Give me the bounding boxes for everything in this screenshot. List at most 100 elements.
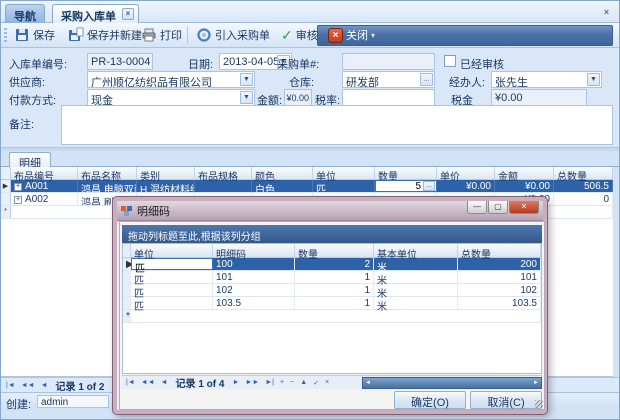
resize-grip[interactable] — [535, 400, 543, 408]
warehouse-lookup-icon[interactable]: … — [420, 73, 433, 86]
dialog-title-bar[interactable]: 明细码 — ▢ ✕ — [117, 201, 543, 221]
tab-navigation[interactable]: 导航 — [5, 4, 45, 23]
tax-field[interactable]: ¥0.00 — [491, 89, 587, 106]
quantity-cell-editor[interactable]: 5 … — [375, 180, 437, 192]
group-by-panel[interactable]: 拖动列标题至此,根据该列分组 — [122, 225, 542, 243]
nav-first-icon[interactable]: |◄ — [4, 382, 17, 389]
payment-dropdown-icon[interactable]: ▼ — [240, 91, 253, 104]
current-row-indicator: ▶ — [123, 258, 131, 270]
handler-combo[interactable]: 张先生 ▼ — [491, 71, 602, 88]
created-by-value: admin — [37, 395, 109, 408]
nav-append-icon[interactable]: + — [278, 379, 286, 386]
new-row-indicator: * — [123, 310, 131, 322]
nav-delete-icon[interactable]: − — [288, 379, 296, 386]
col-header[interactable]: 布品规格 — [195, 167, 252, 179]
tab-close-icon[interactable]: × — [122, 8, 134, 20]
col-header[interactable]: 金额 — [495, 167, 554, 179]
nav-next-page-icon[interactable]: ►► — [243, 379, 261, 386]
col-header[interactable]: 单价 — [437, 167, 495, 179]
po-field[interactable] — [342, 53, 435, 70]
import-icon — [196, 27, 212, 43]
minimize-icon[interactable]: — — [467, 201, 487, 214]
nav-prev-icon[interactable]: ◄ — [159, 379, 170, 386]
tab-purchase-inbound[interactable]: 采购入库单 × — [52, 4, 139, 23]
table-row[interactable]: 匹 103.5 1 米 103.5 — [123, 297, 541, 310]
created-by-label: 创建: — [6, 396, 31, 410]
audited-label: 已经审核 — [460, 56, 504, 70]
col-header[interactable]: 颜色 — [252, 167, 313, 179]
date-label: 日期: — [188, 56, 213, 70]
dialog-record-navigator: |◄ ◄◄ ◄ 记录 1 of 4 ► ►► ►| + − ▲ ✓ × ◄► — [122, 375, 542, 389]
audited-checkbox[interactable] — [444, 55, 456, 67]
handler-dropdown-icon[interactable]: ▼ — [587, 73, 600, 86]
toolbar-grip — [4, 28, 7, 43]
table-row[interactable]: 匹 101 1 米 101 — [123, 271, 541, 284]
detail-code-dialog: 明细码 — ▢ ✕ 拖动列标题至此,根据该列分组 单位 明细码 数量 基本单位 … — [113, 197, 547, 414]
app-icon — [121, 205, 133, 217]
dialog-grid-header: 单位 明细码 数量 基本单位 总数量 — [123, 244, 541, 258]
supplier-combo[interactable]: 广州顺亿纺织品有限公司 ▼ — [87, 71, 255, 88]
col-header[interactable]: 布品名称 — [78, 167, 137, 179]
quantity-lookup-icon[interactable]: … — [423, 181, 435, 191]
new-row[interactable]: * — [123, 310, 541, 323]
col-header[interactable]: 总数量 — [554, 167, 613, 179]
taxrate-field[interactable] — [342, 89, 435, 106]
nav-prev-page-icon[interactable]: ◄◄ — [19, 382, 37, 389]
col-header[interactable]: 数量 — [295, 244, 374, 257]
new-row-indicator: * — [1, 206, 11, 218]
record-count-label: 记录 1 of 4 — [172, 375, 229, 390]
payment-combo[interactable]: 现金 ▼ — [87, 89, 255, 106]
header-form: 入库单编号: PR-13-0004 日期: 2013-04-05 ▼ 采购单#:… — [1, 48, 619, 147]
col-header[interactable]: 基本单位 — [374, 244, 458, 257]
nav-prev-page-icon[interactable]: ◄◄ — [139, 379, 157, 386]
save-button[interactable]: 保存 — [9, 25, 60, 45]
save-and-new-button[interactable]: 保存并新建 — [63, 25, 147, 45]
expand-icon[interactable]: + — [14, 196, 22, 204]
nav-first-icon[interactable]: |◄ — [124, 379, 137, 386]
col-header[interactable]: 数量 — [375, 167, 437, 179]
taxrate-label: 税率: — [315, 92, 340, 106]
dialog-footer: 确定(O) 取消(C) — [120, 390, 544, 410]
col-header-sorted[interactable]: 明细码 — [213, 244, 295, 257]
nav-cancel-icon[interactable]: × — [323, 379, 331, 386]
handler-label: 经办人: — [449, 74, 485, 88]
close-x-icon: × — [328, 28, 343, 43]
print-button[interactable]: 打印 — [136, 25, 187, 45]
col-header[interactable]: 布品编号 — [11, 167, 78, 179]
warehouse-field[interactable]: 研发部 … — [342, 71, 435, 88]
maximize-icon[interactable]: ▢ — [488, 201, 508, 214]
audit-button[interactable]: ✓ 审核 — [276, 25, 323, 45]
col-header[interactable]: 总数量 — [458, 244, 541, 257]
nav-last-icon[interactable]: ►| — [263, 379, 276, 386]
toolbar: 保存 保存并新建 打印 引入采购单 ✓ 审核 × 关闭 ▾ — [1, 23, 619, 48]
close-button[interactable]: × 关闭 ▾ — [323, 25, 380, 45]
tabstrip-close-icon[interactable]: × — [600, 6, 613, 19]
col-header[interactable]: 单位 — [313, 167, 375, 179]
horizontal-scrollbar[interactable]: ◄► — [362, 377, 542, 389]
notes-textarea[interactable] — [61, 105, 613, 145]
cancel-button[interactable]: 取消(C) — [470, 391, 542, 409]
order-no-label: 入库单编号: — [9, 56, 67, 70]
tab-detail[interactable]: 明细 — [9, 152, 51, 167]
col-header[interactable]: 单位 — [131, 244, 213, 257]
order-no-field[interactable]: PR-13-0004 — [87, 53, 153, 70]
nav-next-icon[interactable]: ► — [230, 379, 241, 386]
close-icon[interactable]: ✕ — [509, 201, 539, 214]
col-header[interactable]: 类别 — [137, 167, 195, 179]
table-row[interactable]: ▶ +A001 鸿昌 电脑双面… H.混纺材料织物 白色 匹 5 … ¥0.00… — [1, 180, 613, 193]
print-icon — [141, 27, 157, 43]
expand-icon[interactable]: + — [14, 183, 22, 191]
amount-field[interactable]: ¥0.00 — [284, 89, 312, 106]
save-icon — [14, 27, 30, 43]
notes-label: 备注: — [9, 116, 34, 130]
amount-label: 金额: — [257, 92, 282, 106]
table-row[interactable]: 匹 102 1 米 102 — [123, 284, 541, 297]
nav-endedit-icon[interactable]: ✓ — [311, 379, 321, 387]
import-purchase-order-button[interactable]: 引入采购单 — [191, 25, 275, 45]
dialog-body: 拖动列标题至此,根据该列分组 单位 明细码 数量 基本单位 总数量 ▶ 匹 10… — [119, 221, 545, 410]
check-icon: ✓ — [281, 27, 293, 44]
ok-button[interactable]: 确定(O) — [394, 391, 466, 409]
nav-edit-icon[interactable]: ▲ — [298, 379, 309, 386]
nav-prev-icon[interactable]: ◄ — [39, 382, 50, 389]
supplier-dropdown-icon[interactable]: ▼ — [240, 73, 253, 86]
